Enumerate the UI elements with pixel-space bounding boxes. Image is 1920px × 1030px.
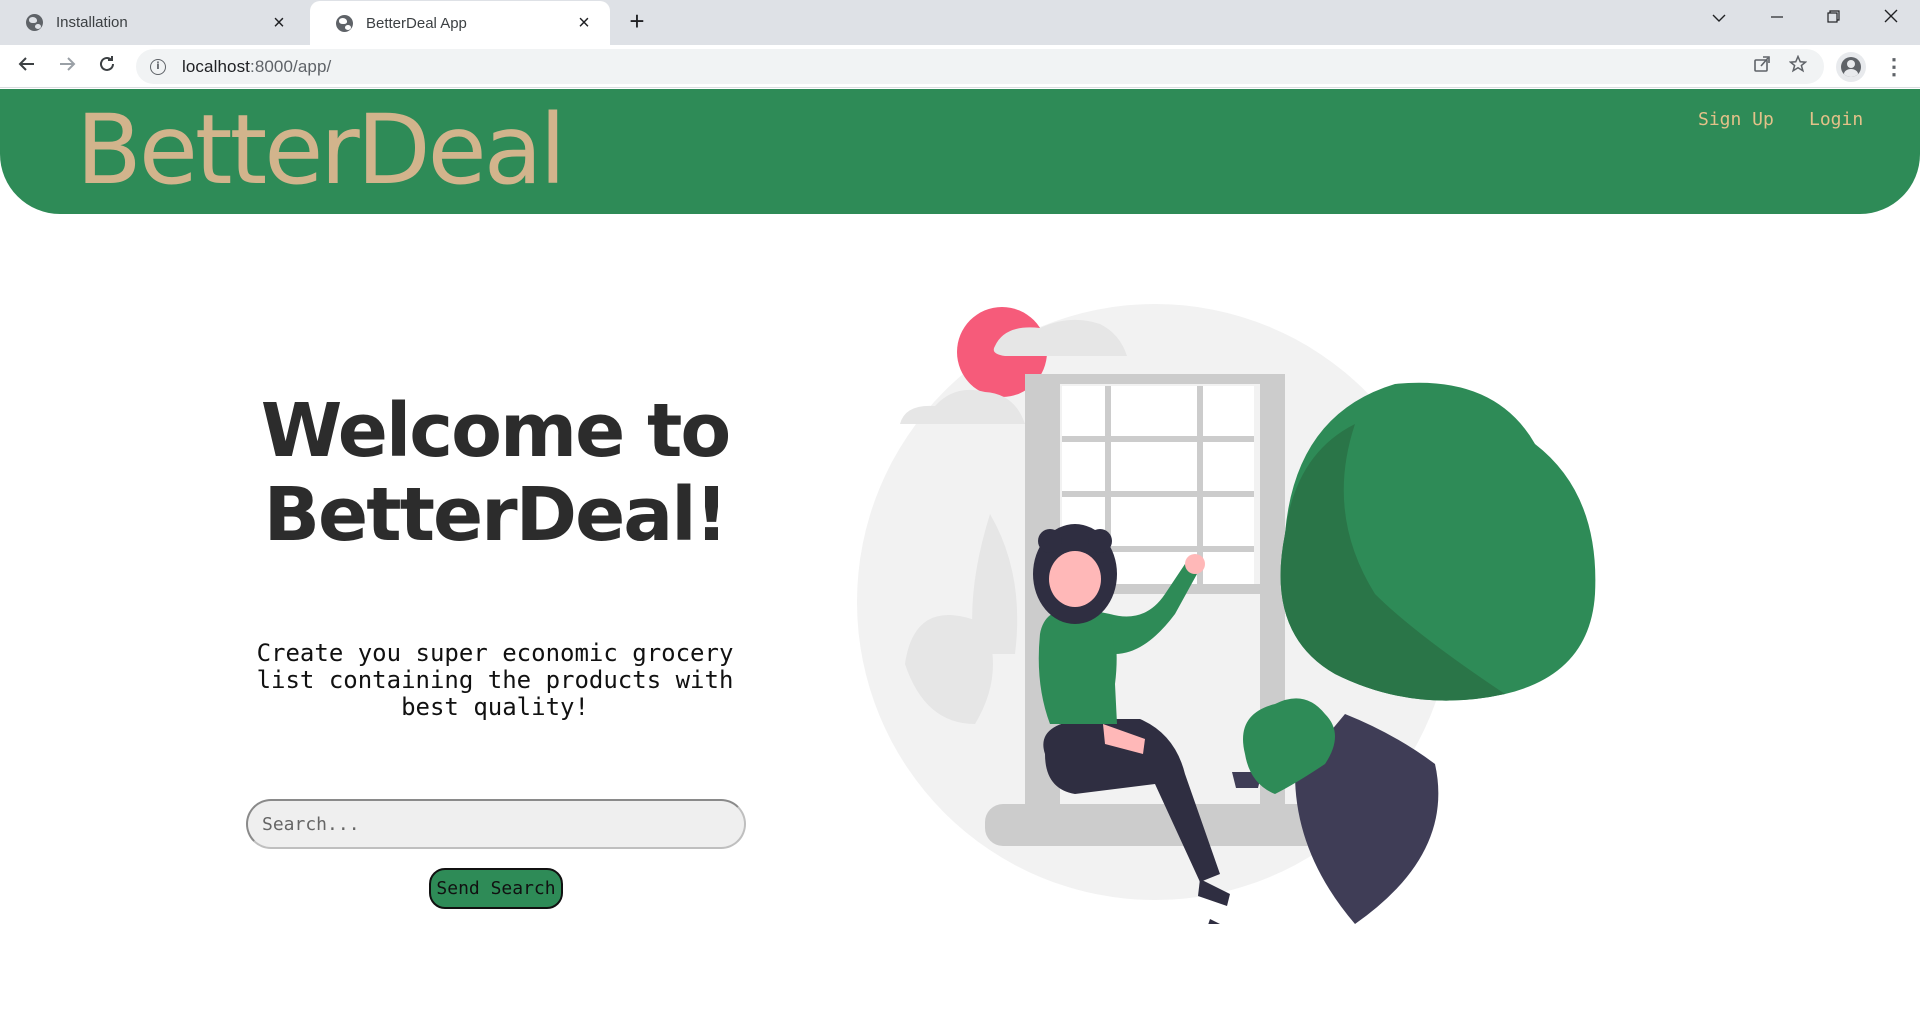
url-host: localhost	[182, 56, 250, 76]
hero-subtitle-line: Create you super economic grocery	[256, 639, 734, 667]
page-content: BetterDeal Sign Up Login Welcome to Bett…	[0, 89, 1920, 1030]
hero-subtitle-line: list containing the products with	[256, 666, 734, 694]
close-window-icon[interactable]	[1864, 0, 1918, 38]
address-bar[interactable]: i localhost:8000/app/	[136, 49, 1824, 84]
hero-title: Welcome to BetterDeal!	[245, 389, 745, 557]
globe-icon	[336, 14, 353, 32]
hero-subtitle-line: best quality!	[401, 693, 589, 721]
person-boot	[1208, 919, 1220, 924]
forward-icon[interactable]	[51, 50, 83, 82]
back-icon[interactable]	[11, 50, 43, 82]
share-icon[interactable]	[1748, 53, 1776, 81]
hero-subtitle: Create you super economic grocery list c…	[240, 640, 750, 721]
login-link[interactable]: Login	[1809, 109, 1863, 130]
brand-logo[interactable]: BetterDeal	[76, 93, 566, 208]
url-path: :8000/app/	[250, 56, 332, 76]
signup-link[interactable]: Sign Up	[1698, 109, 1774, 130]
profile-icon[interactable]	[1836, 52, 1866, 82]
plus-icon[interactable]: +	[623, 8, 651, 36]
person-torso	[1038, 608, 1117, 724]
site-header: BetterDeal Sign Up Login	[0, 89, 1920, 214]
browser-toolbar: i localhost:8000/app/ ⋮	[0, 45, 1920, 88]
person-hand	[1185, 554, 1205, 574]
hero-illustration	[857, 304, 1596, 924]
send-search-button[interactable]: Send Search	[429, 868, 563, 909]
menu-icon[interactable]: ⋮	[1879, 51, 1909, 83]
close-icon[interactable]: ×	[269, 13, 289, 33]
url-text: localhost:8000/app/	[182, 57, 331, 77]
person-hair-bun	[1038, 529, 1062, 553]
bench-shape	[985, 804, 1335, 846]
minimize-icon[interactable]	[1750, 0, 1804, 38]
search-input[interactable]	[246, 799, 746, 849]
browser-tabstrip: Installation × BetterDeal App × +	[0, 0, 1920, 45]
tab-betterdeal-app[interactable]: BetterDeal App ×	[310, 1, 610, 45]
reload-icon[interactable]	[91, 50, 123, 82]
globe-icon	[26, 14, 43, 31]
tab-installation[interactable]: Installation ×	[0, 0, 305, 45]
close-icon[interactable]: ×	[574, 13, 594, 33]
tab-title: Installation	[56, 14, 128, 31]
chevron-down-icon[interactable]	[1692, 0, 1746, 38]
info-icon[interactable]: i	[150, 58, 166, 75]
person-face	[1049, 551, 1101, 607]
star-icon[interactable]	[1784, 53, 1812, 81]
restore-icon[interactable]	[1806, 0, 1860, 38]
person-hair-bun	[1088, 529, 1112, 553]
hero-title-line: BetterDeal!	[263, 472, 729, 558]
hero-title-line: Welcome to	[260, 388, 732, 474]
tab-title: BetterDeal App	[366, 14, 467, 32]
